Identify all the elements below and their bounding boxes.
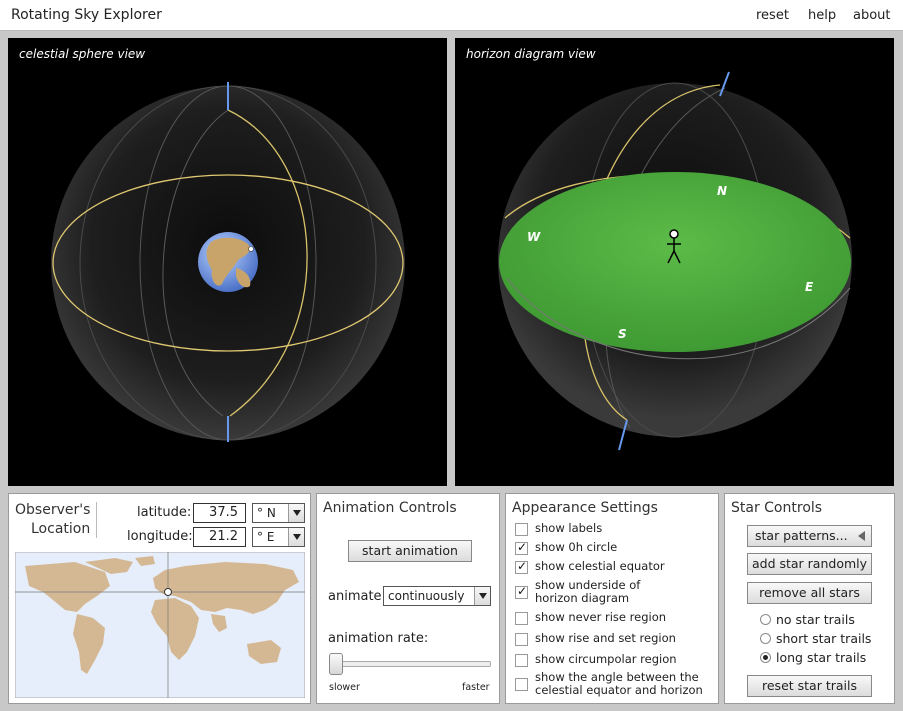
observer-title-line1: Observer's: [15, 502, 91, 518]
show-celestial-equator-text: show celestial equator: [535, 559, 665, 573]
observer-marker: [248, 246, 254, 252]
short-star-trails-radio[interactable]: [760, 633, 771, 644]
about-link[interactable]: about: [853, 8, 891, 23]
animation-rate-track[interactable]: [329, 661, 491, 667]
horizon-view-label: horizon diagram view: [466, 47, 596, 61]
animation-controls-panel: Animation Controls start animation anima…: [316, 493, 500, 704]
app-title: Rotating Sky Explorer: [11, 7, 162, 23]
observer-location-marker[interactable]: [164, 588, 172, 596]
no-star-trails-radio[interactable]: [760, 614, 771, 625]
longitude-direction-select[interactable]: ° E: [252, 527, 305, 547]
show-rise-set-checkbox[interactable]: [515, 633, 528, 646]
divider: [96, 502, 97, 538]
animate-mode-select[interactable]: continuously: [383, 586, 491, 606]
show-never-rise-text: show never rise region: [535, 610, 667, 624]
animate-label: animate: [328, 589, 382, 604]
latitude-input[interactable]: 37.5: [193, 503, 246, 523]
direction-west: W: [527, 230, 541, 244]
world-map[interactable]: [15, 552, 305, 698]
remove-all-stars-button[interactable]: remove all stars: [747, 582, 872, 604]
show-underside-text-line2: horizon diagram: [535, 591, 630, 605]
help-link[interactable]: help: [808, 8, 836, 23]
show-labels-checkbox[interactable]: [515, 523, 528, 536]
celestial-sphere-view[interactable]: celestial sphere view: [8, 38, 447, 486]
horizon-plane: [499, 172, 851, 352]
animation-rate-label: animation rate:: [328, 631, 429, 646]
horizon-diagram-canvas[interactable]: N E S W: [455, 38, 894, 486]
show-angle-checkbox[interactable]: [515, 678, 528, 691]
long-star-trails-text: long star trails: [776, 650, 867, 665]
star-patterns-button[interactable]: star patterns...: [747, 525, 872, 547]
animation-rate-slider[interactable]: [329, 653, 343, 675]
reset-link[interactable]: reset: [756, 8, 789, 23]
slower-label: slower: [329, 682, 360, 693]
no-star-trails-text: no star trails: [776, 612, 855, 627]
latitude-label: latitude:: [137, 505, 192, 520]
latitude-direction-value: ° N: [257, 506, 276, 520]
add-star-randomly-button[interactable]: add star randomly: [747, 553, 872, 575]
chevron-down-icon: [288, 528, 304, 546]
show-0h-circle-checkbox[interactable]: [515, 540, 528, 555]
show-angle-text-line2: celestial equator and horizon: [535, 683, 703, 697]
observer-location-panel: Observer's Location latitude: 37.5 ° N l…: [8, 493, 311, 704]
star-controls-panel: Star Controls star patterns... add star …: [724, 493, 895, 704]
reset-star-trails-button[interactable]: reset star trails: [747, 675, 872, 697]
show-circumpolar-checkbox[interactable]: [515, 654, 528, 667]
chevron-down-icon: [474, 587, 490, 605]
earth-globe: [198, 232, 258, 292]
longitude-direction-value: ° E: [257, 530, 275, 544]
short-star-trails-text: short star trails: [776, 631, 872, 646]
show-rise-set-text: show rise and set region: [535, 631, 676, 645]
appearance-settings-panel: Appearance Settings show labels show 0h …: [505, 493, 719, 704]
longitude-input[interactable]: 21.2: [193, 527, 246, 547]
faster-label: faster: [462, 682, 490, 693]
show-underside-checkbox[interactable]: [515, 584, 528, 599]
triangle-left-icon: [858, 531, 865, 541]
show-labels-text: show labels: [535, 521, 603, 535]
chevron-down-icon: [288, 504, 304, 522]
direction-north: N: [717, 184, 727, 198]
celestial-view-label: celestial sphere view: [19, 47, 146, 61]
animate-mode-value: continuously: [388, 589, 465, 603]
long-star-trails-radio[interactable]: [760, 652, 771, 663]
horizon-diagram-view[interactable]: N E S W horizon diagram view: [455, 38, 894, 486]
celestial-sphere-canvas[interactable]: [8, 38, 447, 486]
star-controls-title: Star Controls: [731, 500, 823, 516]
show-circumpolar-text: show circumpolar region: [535, 652, 677, 666]
show-celestial-equator-checkbox[interactable]: [515, 559, 528, 574]
show-never-rise-checkbox[interactable]: [515, 612, 528, 625]
direction-east: E: [805, 280, 814, 294]
appearance-title: Appearance Settings: [512, 500, 658, 516]
start-animation-button[interactable]: start animation: [348, 540, 472, 562]
animation-title: Animation Controls: [323, 500, 457, 516]
latitude-direction-select[interactable]: ° N: [252, 503, 305, 523]
title-bar: Rotating Sky Explorer reset help about: [0, 0, 903, 31]
star-patterns-label: star patterns...: [755, 528, 848, 543]
direction-south: S: [618, 327, 627, 341]
observer-title-line2: Location: [31, 521, 91, 537]
longitude-label: longitude:: [127, 529, 193, 544]
show-0h-circle-text: show 0h circle: [535, 540, 618, 554]
